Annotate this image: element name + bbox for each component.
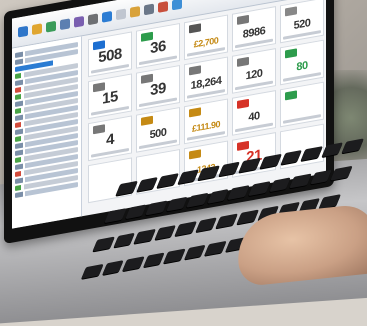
tile[interactable]: 500	[136, 106, 180, 153]
report-icon[interactable]	[60, 18, 70, 31]
key	[186, 193, 209, 208]
scan-icon[interactable]	[116, 8, 126, 21]
chip-icon	[285, 90, 297, 101]
tile[interactable]: 36	[136, 22, 180, 69]
key	[216, 212, 239, 228]
key	[289, 173, 312, 189]
help-icon[interactable]	[172, 0, 182, 11]
tile[interactable]: 18,264	[184, 56, 228, 103]
home-icon[interactable]	[18, 25, 28, 38]
alert-icon	[237, 98, 249, 109]
tile[interactable]: 520	[280, 0, 324, 44]
key	[133, 228, 156, 244]
key	[195, 216, 218, 232]
coin-icon	[189, 107, 201, 118]
mail-icon[interactable]	[130, 6, 140, 18]
settings-icon[interactable]	[88, 13, 98, 26]
key	[248, 181, 271, 197]
folder-icon	[141, 115, 153, 126]
key	[184, 244, 207, 260]
key	[309, 169, 333, 185]
key	[124, 204, 147, 220]
tile[interactable]	[280, 81, 324, 128]
tile[interactable]: 508	[88, 31, 132, 78]
lock-icon[interactable]	[158, 1, 168, 13]
key	[207, 189, 230, 205]
key	[113, 232, 136, 248]
tile[interactable]: 80	[280, 39, 324, 86]
key	[154, 224, 177, 240]
key	[101, 259, 124, 275]
cash-icon	[189, 149, 201, 160]
tile[interactable]: £111.90	[184, 98, 228, 145]
key	[143, 252, 166, 268]
refresh-icon[interactable]	[46, 20, 56, 33]
network-icon[interactable]	[102, 10, 112, 23]
tile[interactable]: 8986	[232, 6, 276, 52]
key	[175, 220, 198, 236]
certificate-icon	[285, 6, 297, 17]
grid-icon	[285, 48, 297, 59]
key	[227, 185, 250, 201]
key	[268, 177, 291, 193]
printer-icon[interactable]	[144, 3, 154, 16]
box-icon	[237, 14, 249, 25]
key	[122, 256, 145, 271]
tile[interactable]: 39	[136, 64, 180, 111]
folder-icon[interactable]	[32, 23, 42, 36]
key	[204, 240, 227, 256]
user-icon[interactable]	[74, 15, 84, 28]
list-icon	[237, 56, 249, 67]
tile[interactable]: £2,700	[184, 14, 228, 61]
navigation-tree	[12, 36, 82, 229]
printer-icon	[189, 23, 201, 34]
tile-caption	[283, 114, 321, 124]
key	[163, 248, 186, 264]
tile[interactable]: 4	[88, 115, 132, 162]
tile[interactable]: 15	[88, 73, 132, 120]
tile[interactable]: 120	[232, 48, 276, 94]
chart-icon	[189, 65, 201, 76]
key	[145, 200, 168, 216]
tile[interactable]: 40	[232, 90, 276, 136]
key	[165, 196, 188, 212]
